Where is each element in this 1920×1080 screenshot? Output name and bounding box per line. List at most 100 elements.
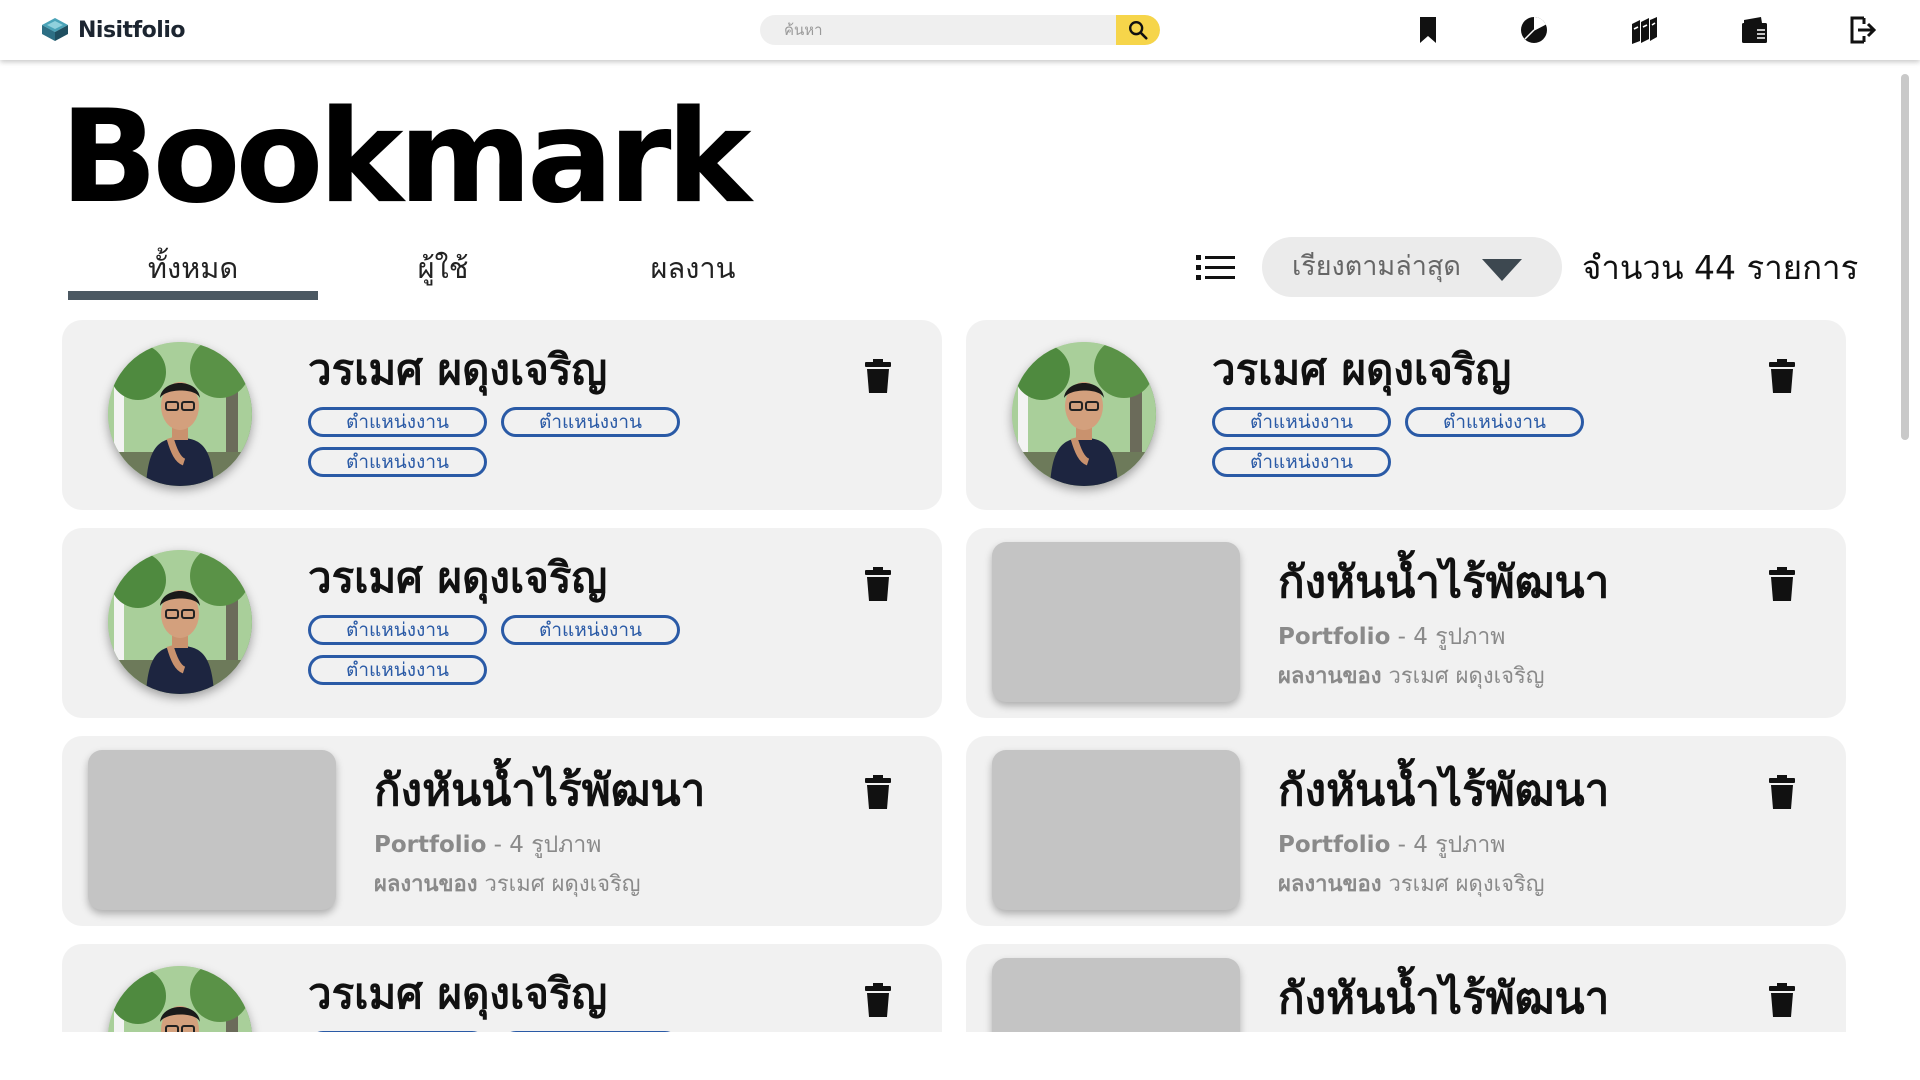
avatar[interactable] [1012,342,1156,486]
position-tag[interactable]: ตำแหน่งงาน [501,615,680,645]
delete-button[interactable] [1762,980,1802,1020]
work-thumbnail[interactable] [992,542,1240,702]
books-icon [1632,17,1657,44]
trash-icon [865,567,891,601]
trash-icon [1769,567,1795,601]
owner-name[interactable]: วรเมศ ผดุงเจริญ [1382,664,1545,689]
position-tag[interactable]: ตำแหน่งงาน [501,1031,680,1032]
bookmark-card-work[interactable]: กังหันน้ำไร้พัฒนา Portfolio - 4 รูปภาพ ผ… [966,528,1846,718]
position-tag[interactable]: ตำแหน่งงาน [308,1031,487,1032]
trash-icon [865,775,891,809]
position-tag[interactable]: ตำแหน่งงาน [308,447,487,477]
bookmark-card-user[interactable]: วรเมศ ผดุงเจริญ ตำแหน่งงานตำแหน่งงานตำแห… [62,944,942,1032]
wallet-icon [1742,17,1767,43]
owner-label: ผลงานของ [374,872,478,897]
work-title[interactable]: กังหันน้ำไร้พัฒนา [1278,756,1609,826]
nav-bookmark-button[interactable] [1410,12,1446,48]
bookmark-card-work[interactable]: กังหันน้ำไร้พัฒนา Portfolio - 4 รูปภาพ ผ… [62,736,942,926]
delete-button[interactable] [858,564,898,604]
user-name[interactable]: วรเมศ ผดุงเจริญ [1212,340,1511,400]
position-tag[interactable]: ตำแหน่งงาน [1212,407,1391,437]
top-navbar: Nisitfolio [0,0,1920,60]
app-logo[interactable]: Nisitfolio [40,14,186,46]
avatar[interactable] [108,966,252,1032]
bookmark-card-user[interactable]: วรเมศ ผดุงเจริญ ตำแหน่งงานตำแหน่งงานตำแห… [966,320,1846,510]
tab-works[interactable]: ผลงาน [568,240,818,300]
work-category: Portfolio [374,832,487,858]
work-owner: ผลงานของ วรเมศ ผดุงเจริญ [374,868,641,902]
person-photo [108,966,252,1032]
bookmark-grid: วรเมศ ผดุงเจริญ ตำแหน่งงาน ตำแหน่งงาน ตำแห… [62,320,1846,1032]
delete-button[interactable] [1762,564,1802,604]
position-tag[interactable]: ตำแหน่งงาน [308,615,487,645]
work-meta: Portfolio - 4 รูปภาพ [1278,620,1505,654]
tab-all[interactable]: ทั้งหมด [68,240,318,300]
owner-name[interactable]: วรเมศ ผดุงเจริญ [478,872,641,897]
trash-icon [865,983,891,1017]
trash-icon [865,359,891,393]
work-image-count: - 4 รูปภาพ [486,832,602,858]
work-title[interactable]: กังหันน้ำไร้พัฒนา [1278,964,1609,1032]
owner-label: ผลงานของ [1278,664,1382,689]
work-category: Portfolio [1278,832,1391,858]
bookmark-icon [1420,17,1436,43]
work-thumbnail[interactable] [88,750,336,910]
user-name[interactable]: วรเมศ ผดุงเจริญ [308,548,607,608]
avatar[interactable] [108,550,252,694]
trash-icon [1769,775,1795,809]
bookmark-card-user[interactable]: วรเมศ ผดุงเจริญ ตำแหน่งงานตำแหน่งงานตำแห… [62,320,942,510]
position-tag[interactable]: ตำแหน่งงาน [308,655,487,685]
work-meta: Portfolio - 4 รูปภาพ [374,828,601,862]
delete-button[interactable] [1762,772,1802,812]
trash-icon [1769,359,1795,393]
position-tags: ตำแหน่งงานตำแหน่งงานตำแหน่งงาน [308,615,708,685]
work-owner: ผลงานของ วรเมศ ผดุงเจริญ [1278,868,1545,902]
nav-wallet-button[interactable] [1736,12,1772,48]
list-view-button[interactable] [1194,248,1238,288]
trash-icon [1769,983,1795,1017]
person-photo [108,550,252,694]
sort-dropdown[interactable]: เรียงตามล่าสุด [1262,237,1562,297]
search-input[interactable] [760,15,1116,45]
position-tag[interactable]: ตำแหน่งงาน [1405,407,1584,437]
scrollbar[interactable] [1901,74,1909,440]
bookmark-card-user[interactable]: วรเมศ ผดุงเจริญ ตำแหน่งงานตำแหน่งงานตำแห… [62,528,942,718]
logout-icon [1850,16,1877,44]
position-tags: ตำแหน่งงานตำแหน่งงานตำแหน่งงาน [1212,407,1612,477]
nav-logout-button[interactable] [1844,12,1880,48]
result-count: จำนวน 44 รายการ [1582,248,1859,287]
delete-button[interactable] [858,980,898,1020]
pie-chart-icon [1521,17,1547,43]
bookmark-card-work[interactable]: กังหันน้ำไร้พัฒนา Portfolio - 4 รูปภาพ ผ… [966,944,1846,1032]
search-icon [1129,21,1148,40]
work-category: Portfolio [1278,624,1391,650]
search-button[interactable] [1116,15,1160,45]
user-name[interactable]: วรเมศ ผดุงเจริญ [308,340,607,400]
position-tag[interactable]: ตำแหน่งงาน [308,407,487,437]
work-title[interactable]: กังหันน้ำไร้พัฒนา [1278,548,1609,618]
nav-stats-button[interactable] [1516,12,1552,48]
position-tags: ตำแหน่งงานตำแหน่งงานตำแหน่งงาน [308,407,708,477]
owner-name[interactable]: วรเมศ ผดุงเจริญ [1382,872,1545,897]
bookmark-card-work[interactable]: กังหันน้ำไร้พัฒนา Portfolio - 4 รูปภาพ ผ… [966,736,1846,926]
user-name[interactable]: วรเมศ ผดุงเจริญ [308,964,607,1024]
avatar[interactable] [108,342,252,486]
work-meta: Portfolio - 4 รูปภาพ [1278,828,1505,862]
logo-icon [42,18,68,41]
person-photo [108,342,252,486]
work-thumbnail[interactable] [992,750,1240,910]
page-title: Bookmark [60,83,752,232]
search-bar [760,15,1160,45]
work-image-count: - 4 รูปภาพ [1390,624,1506,650]
position-tag[interactable]: ตำแหน่งงาน [501,407,680,437]
delete-button[interactable] [858,772,898,812]
tab-users[interactable]: ผู้ใช้ [318,240,568,300]
work-thumbnail[interactable] [992,958,1240,1032]
nav-portfolio-button[interactable] [1626,12,1662,48]
position-tag[interactable]: ตำแหน่งงาน [1212,447,1391,477]
delete-button[interactable] [858,356,898,396]
chevron-down-icon [1482,259,1522,281]
app-name: Nisitfolio [78,17,186,43]
work-title[interactable]: กังหันน้ำไร้พัฒนา [374,756,705,826]
delete-button[interactable] [1762,356,1802,396]
